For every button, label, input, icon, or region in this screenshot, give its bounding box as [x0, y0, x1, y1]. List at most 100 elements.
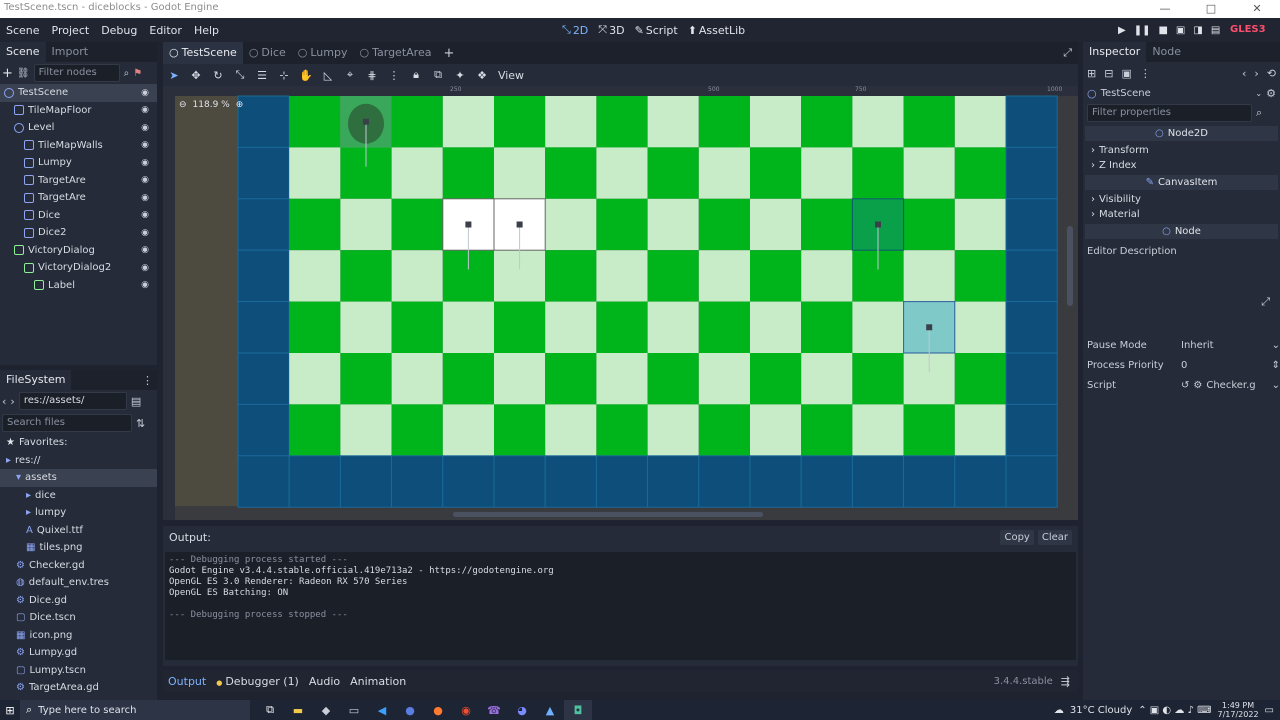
- tab-inspector[interactable]: Inspector: [1083, 42, 1147, 62]
- fs-item[interactable]: ▦ icon.png: [0, 627, 157, 645]
- play-custom-icon[interactable]: ◨: [1193, 25, 1202, 36]
- search-files-input[interactable]: Search files: [2, 414, 132, 432]
- history-icon[interactable]: ⟲: [1267, 67, 1276, 80]
- property-value[interactable]: Inherit ⌄: [1181, 340, 1280, 351]
- menu-help[interactable]: Help: [188, 24, 225, 37]
- property-value[interactable]: ↺ ⚙ Checker.g ⌄: [1181, 380, 1280, 391]
- tree-node-dice[interactable]: Dice ◉: [0, 207, 157, 225]
- visibility-icon[interactable]: ◉: [141, 280, 149, 290]
- tree-node-lumpy[interactable]: Lumpy ◉: [0, 154, 157, 172]
- play-icon[interactable]: ▶: [1118, 25, 1126, 36]
- tree-node-level[interactable]: Level ◉: [0, 119, 157, 137]
- visibility-icon[interactable]: ◉: [141, 193, 149, 203]
- scene-tab-lumpy[interactable]: ○ Lumpy: [292, 42, 354, 64]
- scale-tool-icon[interactable]: ⤡: [229, 64, 251, 86]
- visibility-icon[interactable]: ◉: [141, 210, 149, 220]
- visibility-icon[interactable]: ◉: [141, 175, 149, 185]
- tree-node-targetare[interactable]: TargetAre ◉: [0, 189, 157, 207]
- menu-icon[interactable]: ⋮: [1140, 67, 1151, 80]
- scene-tab-testscene[interactable]: ○ TestScene: [163, 42, 243, 64]
- link-icon[interactable]: ⛓: [17, 68, 30, 79]
- minimize-button[interactable]: —: [1142, 0, 1188, 18]
- node-pivot-marker[interactable]: [363, 118, 369, 125]
- close-button[interactable]: ✕: [1234, 0, 1280, 18]
- open-resource-icon[interactable]: ⊟: [1104, 67, 1113, 80]
- category-z-index[interactable]: › Z Index: [1083, 158, 1280, 173]
- fs-item[interactable]: ⚙ TargetArea.gd: [0, 679, 157, 697]
- editor-description-field[interactable]: ⤢: [1085, 261, 1278, 327]
- workspace-assetlib[interactable]: ⬆ AssetLib: [688, 24, 745, 37]
- new-resource-icon[interactable]: ⊞: [1087, 67, 1096, 80]
- taskbar-app-6[interactable]: ●: [424, 700, 452, 720]
- history-back-icon[interactable]: ‹: [1242, 67, 1246, 80]
- fs-item[interactable]: ▢ Dice.tscn: [0, 609, 157, 627]
- spinner-icon[interactable]: ⇕: [1272, 360, 1280, 371]
- tree-node-label[interactable]: Label ◉: [0, 277, 157, 295]
- chevron-down-icon[interactable]: ⌄: [1272, 380, 1280, 391]
- rotate-tool-icon[interactable]: ↻: [207, 64, 229, 86]
- path-field[interactable]: res://assets/: [18, 392, 127, 410]
- fs-item[interactable]: ▢ Lumpy.tscn: [0, 662, 157, 680]
- node-pivot-marker[interactable]: [875, 221, 881, 228]
- clock-date[interactable]: 7/17/2022: [1218, 710, 1259, 719]
- workspace-script[interactable]: ✎ Script: [635, 24, 678, 37]
- tree-node-victorydialog[interactable]: VictoryDialog ◉: [0, 242, 157, 260]
- filter-nodes-input[interactable]: Filter nodes: [33, 64, 120, 82]
- pan-tool-icon[interactable]: ✋: [295, 64, 317, 86]
- clear-script-icon[interactable]: ↺: [1181, 380, 1189, 391]
- group-icon[interactable]: ⧉: [427, 64, 449, 86]
- menu-editor[interactable]: Editor: [143, 24, 188, 37]
- property-value[interactable]: 0 ⇕: [1181, 360, 1280, 371]
- fs-item[interactable]: ▸ lumpy: [0, 504, 157, 522]
- bottom-tab-animation[interactable]: Animation: [345, 675, 411, 688]
- new-tab-icon[interactable]: +: [437, 46, 460, 61]
- workspace-3d[interactable]: ⤧ 3D: [598, 23, 624, 37]
- fs-item[interactable]: ▦ tiles.png: [0, 539, 157, 557]
- taskbar-app-5[interactable]: ●: [396, 700, 424, 720]
- visibility-icon[interactable]: ◉: [141, 228, 149, 238]
- copy-button[interactable]: Copy: [1000, 529, 1034, 545]
- inspected-node-name[interactable]: TestScene: [1101, 88, 1151, 99]
- zoom-level[interactable]: 118.9 %: [193, 100, 230, 110]
- visibility-icon[interactable]: ◉: [141, 105, 149, 115]
- taskbar-app-0[interactable]: ⧉: [256, 700, 284, 720]
- script-add-icon[interactable]: ⚑: [133, 68, 142, 79]
- visibility-icon[interactable]: ◉: [141, 158, 149, 168]
- scrollbar-vertical[interactable]: [1067, 226, 1073, 306]
- zoom-in-button[interactable]: ⊕: [236, 100, 244, 110]
- taskbar-app-9[interactable]: ◕: [508, 700, 536, 720]
- stop-icon[interactable]: ■: [1158, 25, 1167, 36]
- list-select-icon[interactable]: ☰: [251, 64, 273, 86]
- menu-project[interactable]: Project: [46, 24, 96, 37]
- movie-icon[interactable]: ▤: [1211, 25, 1220, 36]
- tab-node[interactable]: Node: [1146, 42, 1187, 62]
- scrollbar-horizontal[interactable]: [453, 512, 763, 517]
- back-icon[interactable]: ‹: [2, 395, 6, 408]
- select-tool-icon[interactable]: ➤: [163, 64, 185, 86]
- tab-scene[interactable]: Scene: [0, 42, 46, 62]
- fs-item[interactable]: ▸ res://: [0, 452, 157, 470]
- bone-icon[interactable]: ✦: [449, 64, 471, 86]
- sort-icon[interactable]: ⇅: [136, 417, 145, 430]
- maximize-button[interactable]: □: [1188, 0, 1234, 18]
- zoom-out-button[interactable]: ⊖: [179, 100, 187, 110]
- taskbar-app-8[interactable]: ☎: [480, 700, 508, 720]
- tree-node-testscene[interactable]: TestScene ◉: [0, 84, 157, 102]
- pause-icon[interactable]: ❚❚: [1134, 25, 1151, 36]
- tree-node-dice2[interactable]: Dice2 ◉: [0, 224, 157, 242]
- play-scene-icon[interactable]: ▣: [1176, 25, 1185, 36]
- bottom-tab-debugger[interactable]: ● Debugger (1): [211, 675, 304, 688]
- viewport-2d[interactable]: 250 500 750 1000 ⊖ 118.9 % ⊕: [163, 86, 1078, 520]
- visibility-icon[interactable]: ◉: [141, 245, 149, 255]
- visibility-icon[interactable]: ◉: [141, 140, 149, 150]
- renderer-select[interactable]: GLES3: [1230, 24, 1266, 35]
- add-node-icon[interactable]: +: [2, 66, 13, 81]
- fs-item[interactable]: ▾ assets: [0, 469, 157, 487]
- taskbar-app-3[interactable]: ▭: [340, 700, 368, 720]
- tree-node-tilemapfloor[interactable]: TileMapFloor ◉: [0, 102, 157, 120]
- taskbar-app-1[interactable]: ▬: [284, 700, 312, 720]
- taskbar-app-7[interactable]: ◉: [452, 700, 480, 720]
- menu-debug[interactable]: Debug: [95, 24, 143, 37]
- snap-options-icon[interactable]: ⋕: [361, 64, 383, 86]
- fs-item[interactable]: ⚙ Lumpy.gd: [0, 644, 157, 662]
